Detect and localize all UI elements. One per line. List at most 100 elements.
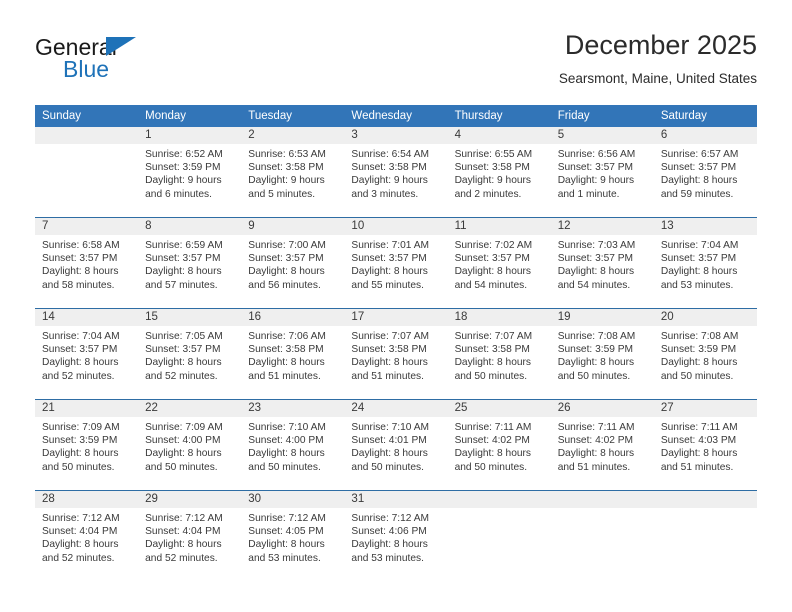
day-cell[interactable]: 21 Sunrise: 7:09 AM Sunset: 3:59 PM Dayligh…: [35, 400, 139, 490]
weekday-header-sunday: Sunday: [35, 105, 139, 127]
day-details: Sunrise: 7:11 AM Sunset: 4:02 PM Daylight:…: [551, 417, 654, 474]
day-cell-inner: 2 Sunrise: 6:53 AM Sunset: 3:58 PM Daylight…: [241, 127, 345, 217]
general-blue-logo[interactable]: General Blue: [35, 34, 235, 90]
sunrise-text: Sunrise: 7:11 AM: [557, 422, 635, 433]
day-cell-empty: [35, 127, 139, 217]
day-details: Sunrise: 7:07 AM Sunset: 3:58 PM Daylight:…: [448, 326, 551, 383]
day-cell[interactable]: 11 Sunrise: 7:02 AM Sunset: 3:57 PM Dayligh…: [447, 218, 551, 308]
sunrise-text: Sunrise: 7:06 AM: [248, 331, 326, 342]
sunrise-text: Sunrise: 7:08 AM: [557, 331, 636, 342]
day-cell[interactable]: 3 Sunrise: 6:54 AM Sunset: 3:58 PM Daylight…: [344, 127, 448, 217]
day-cell-inner: 22 Sunrise: 7:09 AM Sunset: 4:00 PM Dayligh…: [138, 400, 242, 490]
daylight-text-cont: and 50 minutes.: [351, 461, 424, 473]
daylight-text-cont: and 50 minutes.: [248, 461, 321, 473]
day-details: Sunrise: 7:09 AM Sunset: 3:59 PM Daylight:…: [35, 417, 138, 474]
daylight-text: Daylight: 8 hours: [660, 175, 738, 187]
day-cell[interactable]: 27 Sunrise: 7:11 AM Sunset: 4:03 PM Dayligh…: [653, 400, 757, 490]
day-number: 29: [138, 491, 242, 508]
daylight-text: Daylight: 8 hours: [557, 266, 635, 278]
day-cell-inner: 21 Sunrise: 7:09 AM Sunset: 3:59 PM Dayligh…: [35, 400, 139, 490]
day-cell[interactable]: 24 Sunrise: 7:10 AM Sunset: 4:01 PM Dayligh…: [344, 400, 448, 490]
day-details: Sunrise: 7:12 AM Sunset: 4:06 PM Daylight:…: [344, 508, 447, 565]
sunrise-text: Sunrise: 7:08 AM: [660, 331, 739, 342]
day-cell[interactable]: 13 Sunrise: 7:04 AM Sunset: 3:57 PM Dayligh…: [653, 218, 757, 308]
day-cell-inner: 4 Sunrise: 6:55 AM Sunset: 3:58 PM Daylight…: [447, 127, 551, 217]
daylight-text: Daylight: 8 hours: [42, 266, 119, 278]
daylight-text: Daylight: 9 hours: [248, 175, 325, 187]
day-cell-inner: [447, 491, 551, 581]
sunset-text: Sunset: 3:57 PM: [660, 162, 737, 174]
day-details: Sunrise: 6:58 AM Sunset: 3:57 PM Daylight:…: [35, 235, 138, 292]
daylight-text-cont: and 51 minutes.: [248, 370, 321, 382]
sunrise-text: Sunrise: 7:04 AM: [42, 331, 120, 342]
day-cell[interactable]: 16 Sunrise: 7:06 AM Sunset: 3:58 PM Dayligh…: [241, 309, 345, 399]
weekday-header-monday: Monday: [138, 105, 242, 127]
day-details: Sunrise: 7:12 AM Sunset: 4:04 PM Daylight:…: [35, 508, 138, 565]
day-cell-inner: 28 Sunrise: 7:12 AM Sunset: 4:04 PM Dayligh…: [35, 491, 139, 581]
sunset-text: Sunset: 3:58 PM: [248, 344, 324, 356]
daylight-text-cont: and 51 minutes.: [660, 461, 734, 473]
day-cell[interactable]: 22 Sunrise: 7:09 AM Sunset: 4:00 PM Dayligh…: [138, 400, 242, 490]
day-cell[interactable]: 30 Sunrise: 7:12 AM Sunset: 4:05 PM Dayligh…: [241, 491, 345, 581]
sunrise-text: Sunrise: 7:12 AM: [248, 513, 326, 524]
day-cell[interactable]: 18 Sunrise: 7:07 AM Sunset: 3:58 PM Dayligh…: [447, 309, 551, 399]
day-details: Sunrise: 6:52 AM Sunset: 3:59 PM Daylight:…: [138, 144, 241, 201]
day-cell[interactable]: 9 Sunrise: 7:00 AM Sunset: 3:57 PM Daylight…: [241, 218, 345, 308]
day-number: 30: [241, 491, 345, 508]
day-details: Sunrise: 6:59 AM Sunset: 3:57 PM Daylight:…: [138, 235, 241, 292]
sunset-text: Sunset: 3:58 PM: [248, 162, 324, 174]
weekday-header-friday: Friday: [550, 105, 654, 127]
title-block: December 2025 Searsmont, Maine, United S…: [559, 28, 757, 89]
calendar-week-row: 14 Sunrise: 7:04 AM Sunset: 3:57 PM Dayligh…: [35, 309, 757, 399]
calendar-week-row: 1 Sunrise: 6:52 AM Sunset: 3:59 PM Daylight…: [35, 127, 757, 217]
day-cell[interactable]: 15 Sunrise: 7:05 AM Sunset: 3:57 PM Dayligh…: [138, 309, 242, 399]
daylight-text: Daylight: 9 hours: [145, 175, 222, 187]
sunrise-text: Sunrise: 7:01 AM: [351, 240, 430, 251]
daylight-text: Daylight: 8 hours: [248, 448, 325, 460]
day-number: 16: [241, 309, 345, 326]
sunset-text: Sunset: 3:58 PM: [454, 344, 530, 356]
day-cell[interactable]: 4 Sunrise: 6:55 AM Sunset: 3:58 PM Daylight…: [447, 127, 551, 217]
daylight-text-cont: and 52 minutes.: [145, 552, 218, 564]
daylight-text: Daylight: 8 hours: [454, 266, 532, 278]
logo-text-blue: Blue: [63, 56, 110, 82]
day-cell[interactable]: 29 Sunrise: 7:12 AM Sunset: 4:04 PM Dayligh…: [138, 491, 242, 581]
day-cell-inner: 15 Sunrise: 7:05 AM Sunset: 3:57 PM Dayligh…: [138, 309, 242, 399]
daylight-text-cont: and 52 minutes.: [42, 552, 115, 564]
sunset-text: Sunset: 4:02 PM: [454, 435, 530, 447]
sunset-text: Sunset: 3:57 PM: [145, 253, 221, 265]
sunset-text: Sunset: 3:59 PM: [145, 162, 221, 174]
day-cell[interactable]: 26 Sunrise: 7:11 AM Sunset: 4:02 PM Dayligh…: [550, 400, 654, 490]
day-cell[interactable]: 28 Sunrise: 7:12 AM Sunset: 4:04 PM Dayligh…: [35, 491, 139, 581]
day-cell[interactable]: 5 Sunrise: 6:56 AM Sunset: 3:57 PM Daylight…: [550, 127, 654, 217]
day-cell[interactable]: 20 Sunrise: 7:08 AM Sunset: 3:59 PM Dayligh…: [653, 309, 757, 399]
daylight-text: Daylight: 8 hours: [248, 539, 325, 551]
day-cell[interactable]: 1 Sunrise: 6:52 AM Sunset: 3:59 PM Daylight…: [138, 127, 242, 217]
day-cell[interactable]: 17 Sunrise: 7:07 AM Sunset: 3:58 PM Dayligh…: [344, 309, 448, 399]
day-cell[interactable]: 7 Sunrise: 6:58 AM Sunset: 3:57 PM Daylight…: [35, 218, 139, 308]
day-cell[interactable]: 2 Sunrise: 6:53 AM Sunset: 3:58 PM Daylight…: [241, 127, 345, 217]
day-cell[interactable]: 31 Sunrise: 7:12 AM Sunset: 4:06 PM Dayligh…: [344, 491, 448, 581]
daylight-text: Daylight: 8 hours: [42, 448, 119, 460]
day-cell-empty: [447, 491, 551, 581]
daylight-text: Daylight: 8 hours: [454, 357, 532, 369]
day-cell-inner: 24 Sunrise: 7:10 AM Sunset: 4:01 PM Dayligh…: [344, 400, 448, 490]
day-cell-inner: 8 Sunrise: 6:59 AM Sunset: 3:57 PM Daylight…: [138, 218, 242, 308]
day-cell[interactable]: 12 Sunrise: 7:03 AM Sunset: 3:57 PM Dayligh…: [550, 218, 654, 308]
day-cell[interactable]: 25 Sunrise: 7:11 AM Sunset: 4:02 PM Dayligh…: [447, 400, 551, 490]
weekday-header-saturday: Saturday: [653, 105, 757, 127]
day-cell[interactable]: 14 Sunrise: 7:04 AM Sunset: 3:57 PM Dayligh…: [35, 309, 139, 399]
day-cell[interactable]: 10 Sunrise: 7:01 AM Sunset: 3:57 PM Dayligh…: [344, 218, 448, 308]
day-cell[interactable]: 19 Sunrise: 7:08 AM Sunset: 3:59 PM Dayligh…: [550, 309, 654, 399]
day-number: 20: [653, 309, 757, 326]
daylight-text: Daylight: 8 hours: [145, 448, 222, 460]
day-number: 19: [550, 309, 654, 326]
calendar-week-row: 21 Sunrise: 7:09 AM Sunset: 3:59 PM Dayligh…: [35, 400, 757, 490]
day-cell[interactable]: 6 Sunrise: 6:57 AM Sunset: 3:57 PM Daylight…: [653, 127, 757, 217]
day-cell-inner: 11 Sunrise: 7:02 AM Sunset: 3:57 PM Dayligh…: [447, 218, 551, 308]
sunrise-text: Sunrise: 7:11 AM: [660, 422, 738, 433]
day-number: 2: [241, 127, 345, 144]
day-cell[interactable]: 8 Sunrise: 6:59 AM Sunset: 3:57 PM Daylight…: [138, 218, 242, 308]
day-cell[interactable]: 23 Sunrise: 7:10 AM Sunset: 4:00 PM Dayligh…: [241, 400, 345, 490]
page-title: December 2025: [564, 30, 757, 60]
